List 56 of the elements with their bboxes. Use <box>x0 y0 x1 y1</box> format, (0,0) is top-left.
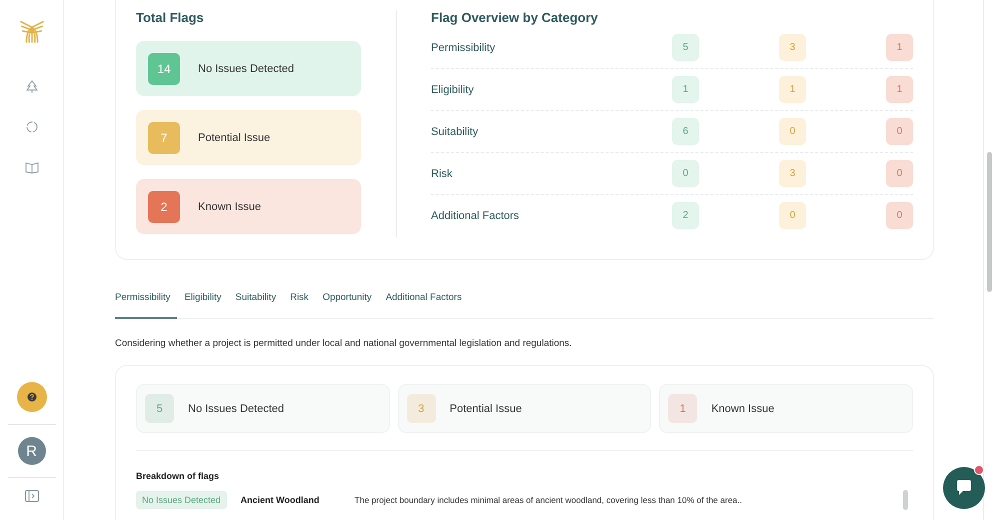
count-badge: 2 <box>148 190 180 222</box>
count-badge: 5 <box>672 34 699 61</box>
count-badge: 0 <box>779 202 806 229</box>
count-badge: 0 <box>886 118 913 145</box>
category-label: Eligibility <box>431 84 475 96</box>
flag-detail: The project boundary includes minimal areas of ancient woodland, covering less than 10% of the area.. <box>354 495 743 505</box>
summary-label: Potential Issue <box>450 402 522 414</box>
count-badge: 0 <box>672 160 699 187</box>
count-badge: 0 <box>779 118 806 145</box>
flag-name: Ancient Woodland <box>240 495 320 505</box>
count-badge: 1 <box>886 34 913 61</box>
breakdown-title: Breakdown of flags <box>136 471 220 481</box>
count-badge: 6 <box>672 118 699 145</box>
count-badge: 3 <box>779 160 806 187</box>
user-avatar[interactable]: R <box>18 437 46 465</box>
book-icon[interactable] <box>24 160 38 174</box>
tree-icon[interactable] <box>24 80 38 94</box>
summary-label: No Issues Detected <box>188 402 284 414</box>
category-tab[interactable]: Risk <box>283 288 316 319</box>
logo-icon <box>18 18 44 44</box>
category-tab[interactable]: Eligibility <box>177 288 228 319</box>
category-label: Suitability <box>431 126 480 138</box>
count-badge: 7 <box>148 122 180 154</box>
chat-icon <box>954 478 974 498</box>
category-label: Permissibility <box>431 42 496 54</box>
count-badge: 14 <box>148 52 180 84</box>
count-badge: 1 <box>672 76 699 103</box>
category-label: Additional Factors <box>431 210 520 222</box>
sidebar-toggle-icon[interactable] <box>24 490 38 502</box>
help-button[interactable] <box>16 382 46 412</box>
count-badge: 5 <box>145 394 174 423</box>
count-badge: 3 <box>406 394 436 423</box>
category-label: Risk <box>431 168 454 180</box>
count-badge: 2 <box>672 202 699 229</box>
flag-label: Potential Issue <box>198 132 270 144</box>
chat-button[interactable] <box>943 467 985 509</box>
category-tab[interactable]: Suitability <box>228 288 284 319</box>
count-badge: 1 <box>886 76 913 103</box>
count-badge: 0 <box>886 202 913 229</box>
count-badge: 3 <box>779 34 806 61</box>
category-tab[interactable]: Opportunity <box>316 288 379 319</box>
flag-label: Known Issue <box>198 200 261 212</box>
cycle-icon[interactable] <box>24 120 38 134</box>
summary-label: Known Issue <box>711 402 774 414</box>
category-description: Considering whether a project is permitted under local and national governmental legislation and regulations. <box>115 338 573 349</box>
scrollbar[interactable] <box>903 490 908 510</box>
category-tab[interactable]: Additional Factors <box>378 288 469 319</box>
flag-label: No Issues Detected <box>198 62 294 74</box>
count-badge: 1 <box>779 76 806 103</box>
section-title: Flag Overview by Category <box>431 10 599 25</box>
count-badge: 0 <box>886 160 913 187</box>
count-badge: 1 <box>668 394 698 423</box>
section-title: Total Flags <box>136 10 205 25</box>
status-tag: No Issues Detected <box>136 491 227 509</box>
help-icon <box>26 392 36 402</box>
category-tab[interactable]: Permissibility <box>115 288 178 319</box>
